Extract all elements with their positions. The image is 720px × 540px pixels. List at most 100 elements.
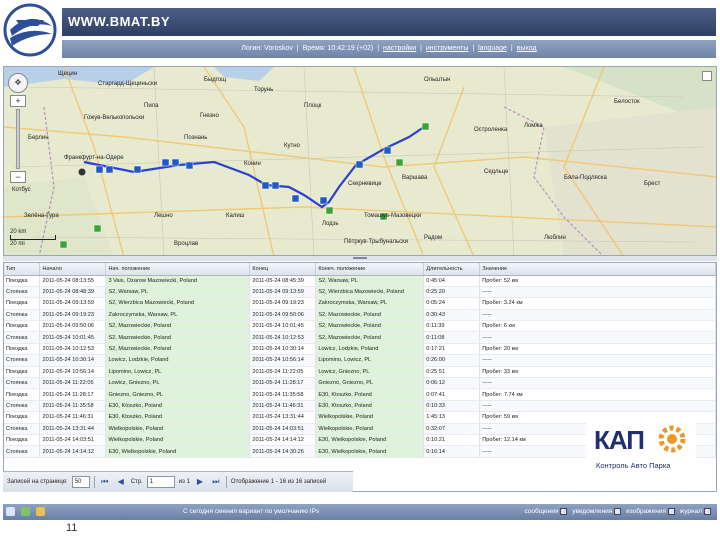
- window-icon[interactable]: [6, 507, 15, 516]
- cell-start-place: Lowicz, Lodzkie, Poland: [105, 354, 251, 367]
- lock-icon[interactable]: [35, 507, 45, 516]
- cell-end-place: Wielkopolskie, Poland: [315, 411, 425, 424]
- cell-start-place: E30, Ktoszko, Poland: [105, 400, 251, 413]
- table-row[interactable]: Поездка 2011-05-24 10:56:14 Lipomino, Lowi…: [4, 366, 716, 379]
- cell-type: Поездка: [4, 434, 41, 447]
- table-row[interactable]: Стоянка 2011-05-24 10:30:14 Lowicz, Lodzki…: [4, 354, 716, 367]
- svg-text:Лодзь: Лодзь: [322, 221, 339, 227]
- table-row[interactable]: Поездка 2011-05-24 08:13:55 3 Vais, Ozarow…: [4, 275, 716, 287]
- tools-link[interactable]: инструменты: [426, 45, 469, 52]
- footer-notice: С сегодня сменил вариант по умолчанию IP…: [183, 508, 320, 515]
- svg-text:Бяла-Подляска: Бяла-Подляска: [564, 175, 608, 181]
- login-label: Логин: Voroskov: [241, 45, 293, 52]
- last-page-icon[interactable]: ⏭: [210, 476, 222, 488]
- zoom-slider[interactable]: [16, 109, 20, 169]
- cell-end: 2011-05-24 10:12:53: [249, 331, 317, 344]
- overview-toggle-icon[interactable]: [702, 71, 712, 81]
- cell-duration: 1:45:13: [423, 411, 481, 424]
- column-header-duration[interactable]: Длительность: [423, 263, 481, 276]
- svg-text:Гнезно: Гнезно: [200, 113, 219, 119]
- cell-value: Пробег: 7.74 км: [479, 388, 716, 401]
- table-row[interactable]: Стоянка 2011-05-24 10:01:45 S2, Mazowiecki…: [4, 331, 716, 344]
- svg-text:Ольштын: Ольштын: [424, 77, 450, 83]
- zoom-in-button[interactable]: +: [10, 95, 26, 107]
- cell-start: 2011-05-24 11:46:31: [39, 411, 107, 424]
- rows-per-page-select[interactable]: 50: [71, 476, 90, 488]
- table-row[interactable]: Поездка 2011-05-24 09:50:06 S2, Mazowiecki…: [4, 320, 716, 333]
- edit-icon[interactable]: [20, 507, 30, 516]
- column-header-value[interactable]: Значение: [479, 263, 716, 276]
- cell-start-place: S2, Mazowieckie, Poland: [105, 343, 251, 356]
- column-header-start[interactable]: Начало: [39, 263, 107, 276]
- journal-link[interactable]: журнал: [680, 508, 702, 515]
- time-label: Время: 10:42:19 (+02): [302, 45, 374, 52]
- cell-duration: 0:10:21: [423, 434, 481, 447]
- cell-start: 2011-05-24 09:50:06: [39, 320, 107, 333]
- cell-type: Поездка: [4, 411, 41, 424]
- page-label: Стр.: [130, 479, 143, 485]
- notifications-icon[interactable]: [614, 507, 622, 515]
- cell-end: 2011-05-24 11:35:58: [249, 388, 317, 401]
- logout-link[interactable]: выход: [517, 45, 537, 52]
- cell-start: 2011-05-24 14:14:12: [39, 445, 107, 458]
- cell-end: 2011-05-24 10:30:14: [249, 343, 317, 356]
- language-link[interactable]: language: [478, 45, 507, 52]
- svg-text:Ломжа: Ломжа: [524, 123, 543, 129]
- table-row[interactable]: Поездка 2011-05-24 11:28:17 Gniezno, Gniez…: [4, 388, 716, 401]
- cell-type: Стоянка: [4, 286, 41, 299]
- cell-end: 2011-05-24 11:46:31: [249, 400, 317, 413]
- panel-splitter[interactable]: [3, 256, 717, 261]
- column-header-end-place[interactable]: Конеч. положение: [315, 263, 425, 276]
- brand-logo: [0, 0, 62, 62]
- cell-start: 2011-05-24 10:30:14: [39, 354, 107, 367]
- column-header-type[interactable]: Тип: [4, 263, 41, 276]
- svg-text:Конин: Конин: [244, 161, 261, 167]
- cell-end-place: Lipomino, Lowicz, PL: [315, 354, 425, 367]
- table-row[interactable]: Стоянка 2011-05-24 11:35:58 E30, Ktoszko, …: [4, 400, 716, 413]
- messages-link[interactable]: сообщения: [524, 508, 558, 515]
- cell-duration: 0:11:39: [423, 320, 481, 333]
- cell-end-place: E30, Ktoszko, Poland: [315, 400, 425, 413]
- cell-duration: 0:16:14: [423, 445, 481, 458]
- svg-text:Познань: Познань: [184, 135, 207, 141]
- table-row[interactable]: Стоянка 2011-05-24 11:22:05 Lowicz, Gniezn…: [4, 377, 716, 390]
- cell-end: 2011-05-24 13:31:44: [249, 411, 317, 424]
- table-row[interactable]: Стоянка 2011-05-24 08:48:39 S2, Warsaw, PL…: [4, 286, 716, 299]
- svg-text:Калиш: Калиш: [226, 213, 245, 219]
- first-page-icon[interactable]: ⏮: [99, 476, 111, 488]
- page-number-input[interactable]: 1: [146, 476, 175, 488]
- cell-end-place: E30, Wielkopolskie, Poland: [315, 434, 425, 447]
- notifications-link[interactable]: уведомления: [572, 508, 612, 515]
- next-page-icon[interactable]: ▶: [194, 476, 206, 488]
- cell-start-place: S2, Mazowieckie, Poland: [105, 331, 251, 344]
- table-row[interactable]: Стоянка 2011-05-24 09:19:23 Zakroczymska, …: [4, 309, 716, 322]
- pan-control-icon[interactable]: ✥: [8, 73, 28, 93]
- settings-link[interactable]: настройки: [383, 45, 416, 52]
- table-row[interactable]: Поездка 2011-05-24 10:12:53 S2, Mazowiecki…: [4, 343, 716, 356]
- svg-text:Берлин: Берлин: [28, 135, 49, 141]
- prev-page-icon[interactable]: ◀: [115, 476, 127, 488]
- svg-text:Кутно: Кутно: [284, 143, 301, 149]
- images-icon[interactable]: [667, 507, 675, 515]
- cell-value: -----: [479, 377, 716, 390]
- table-row[interactable]: Поездка 2011-05-24 11:46:31 E30, Ktoszko, …: [4, 411, 716, 424]
- images-link[interactable]: изображения: [626, 508, 666, 515]
- messages-icon[interactable]: [560, 507, 568, 515]
- cell-duration: 0:11:08: [423, 331, 481, 344]
- column-header-end[interactable]: Конец: [249, 263, 317, 276]
- journal-icon[interactable]: [704, 507, 711, 515]
- table-row[interactable]: Поездка 2011-05-24 09:13:59 S2, Wierzbica …: [4, 297, 716, 310]
- cell-type: Стоянка: [4, 377, 41, 390]
- cell-type: Стоянка: [4, 309, 41, 322]
- scale-mi: 20 mi: [10, 241, 25, 247]
- cell-end: 2011-05-24 10:56:14: [249, 354, 317, 367]
- cell-end: 2011-05-24 11:22:05: [249, 366, 317, 379]
- route-map[interactable]: Щецин Старгард-Щециньски Быдгощ Торунь Пло…: [3, 66, 717, 256]
- svg-text:Лешно: Лешно: [154, 213, 173, 219]
- svg-text:Зелёна-Гура: Зелёна-Гура: [24, 213, 59, 219]
- svg-text:Пётркув-Трыбунальски: Пётркув-Трыбунальски: [344, 239, 408, 245]
- cell-end-place: Gniezno, Gniezno, PL: [315, 377, 425, 390]
- zoom-out-button[interactable]: −: [10, 171, 26, 183]
- cell-type: Поездка: [4, 388, 41, 401]
- column-header-start-place[interactable]: Нач. положение: [105, 263, 251, 276]
